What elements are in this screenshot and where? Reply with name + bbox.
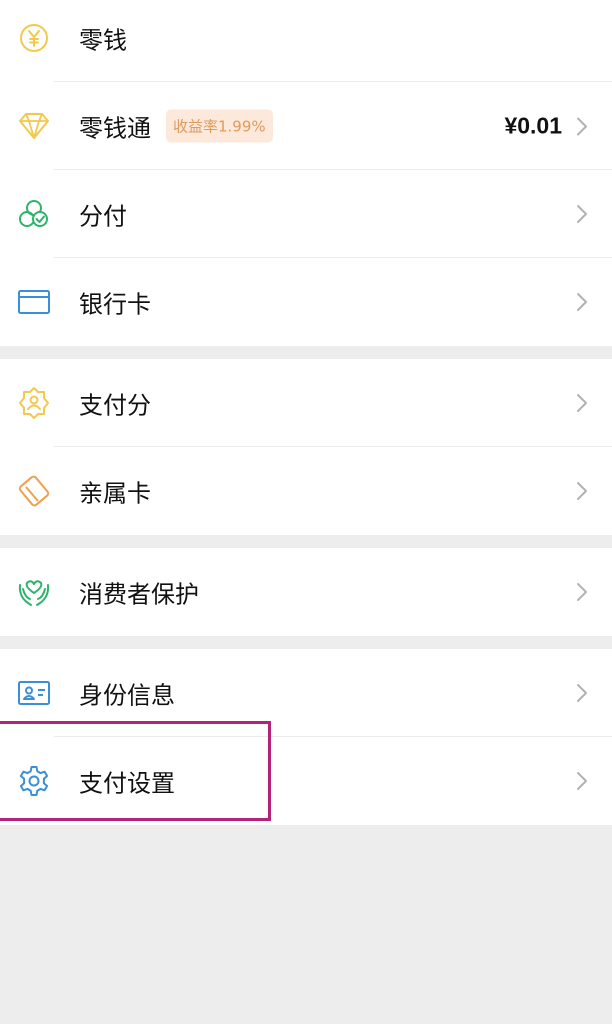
menu-item-label: 分付 xyxy=(79,202,127,231)
chevron-right-icon xyxy=(577,482,587,500)
section-gap xyxy=(0,535,612,548)
menu-item-consumer-protection[interactable]: 消费者保护 xyxy=(0,548,612,636)
balance-amount: ¥0.01 xyxy=(504,112,562,139)
yuan-coin-icon xyxy=(17,21,51,55)
menu-item-label: 消费者保护 xyxy=(79,580,199,609)
pay-score-icon xyxy=(17,386,51,420)
menu-item-pay-score[interactable]: 支付分 xyxy=(0,359,612,447)
diamond-icon xyxy=(17,109,51,143)
chevron-right-icon xyxy=(577,205,587,223)
menu-item-label: 银行卡 xyxy=(79,290,151,319)
menu-item-label: 支付分 xyxy=(79,391,151,420)
fenfu-icon xyxy=(17,197,51,231)
menu-item-label: 零钱通 xyxy=(79,114,151,143)
id-card-icon xyxy=(17,676,51,710)
menu-item-change[interactable]: 零钱 xyxy=(0,0,612,82)
credit-group: 支付分 亲属卡 xyxy=(0,359,612,535)
chevron-right-icon xyxy=(577,583,587,601)
menu-item-label: 支付设置 xyxy=(79,769,175,798)
menu-item-identity-info[interactable]: 身份信息 xyxy=(0,649,612,737)
gear-icon xyxy=(17,764,51,798)
wallet-group: 零钱 零钱通 收益率1.99% ¥0.01 分付 银行卡 xyxy=(0,0,612,346)
chevron-right-icon xyxy=(577,772,587,790)
chevron-right-icon xyxy=(577,117,587,135)
consumer-protection-icon xyxy=(17,575,51,609)
chevron-right-icon xyxy=(577,394,587,412)
menu-item-payment-settings[interactable]: 支付设置 xyxy=(0,737,612,825)
menu-item-label: 零钱 xyxy=(79,26,127,55)
menu-item-fenfu[interactable]: 分付 xyxy=(0,170,612,258)
chevron-right-icon xyxy=(577,293,587,311)
menu-item-label: 身份信息 xyxy=(79,681,175,710)
menu-item-lingqiantong[interactable]: 零钱通 收益率1.99% ¥0.01 xyxy=(0,82,612,170)
yield-rate-badge: 收益率1.99% xyxy=(166,109,273,143)
chevron-right-icon xyxy=(577,684,587,702)
bank-card-icon xyxy=(17,285,51,319)
section-gap xyxy=(0,346,612,359)
menu-item-family-card[interactable]: 亲属卡 xyxy=(0,447,612,535)
menu-item-label: 亲属卡 xyxy=(79,479,151,508)
protection-group: 消费者保护 xyxy=(0,548,612,636)
family-card-icon xyxy=(17,474,51,508)
menu-item-bank-card[interactable]: 银行卡 xyxy=(0,258,612,346)
section-gap xyxy=(0,636,612,649)
settings-group: 身份信息 支付设置 xyxy=(0,649,612,825)
